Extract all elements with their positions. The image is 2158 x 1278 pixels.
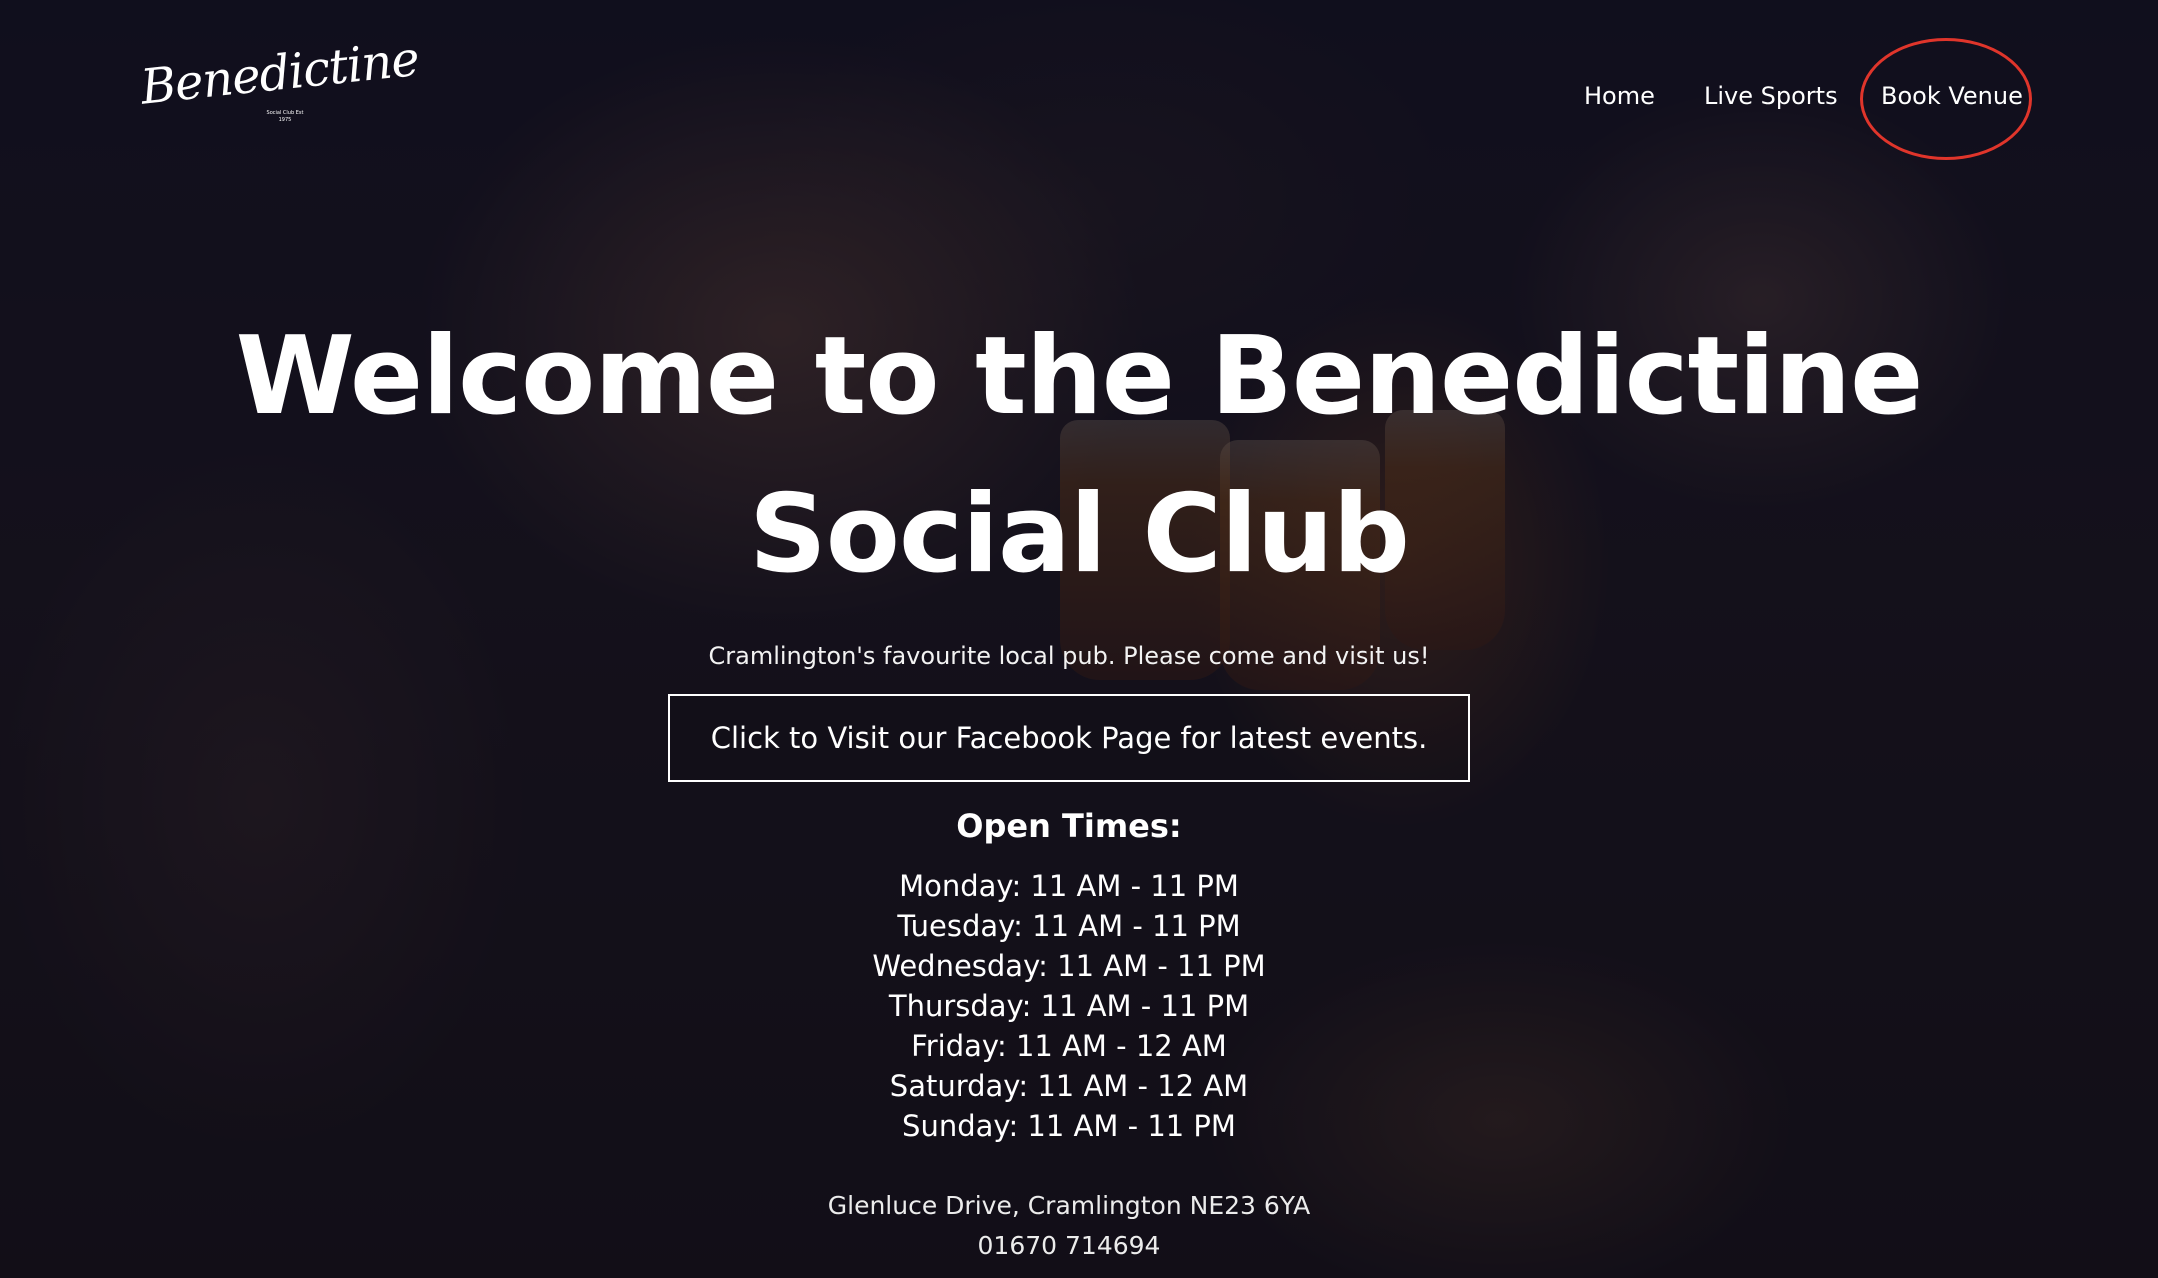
open-times-monday: Monday: 11 AM - 11 PM — [899, 869, 1239, 903]
open-times-sunday: Sunday: 11 AM - 11 PM — [902, 1109, 1236, 1143]
logo-subtext: Social Club Est 1975 — [266, 110, 304, 123]
facebook-page-button[interactable]: Click to Visit our Facebook Page for lat… — [668, 694, 1470, 782]
venue-address: Glenluce Drive, Cramlington NE23 6YA — [827, 1191, 1311, 1220]
open-times-friday: Friday: 11 AM - 12 AM — [911, 1029, 1227, 1063]
nav-item-home[interactable]: Home — [1584, 78, 1655, 114]
open-times-list: Monday: 11 AM - 11 PM Tuesday: 11 AM - 1… — [0, 866, 2138, 1146]
open-times-saturday: Saturday: 11 AM - 12 AM — [889, 1069, 1249, 1103]
open-times-tuesday: Tuesday: 11 AM - 11 PM — [897, 909, 1241, 943]
page-title: Welcome to the Benedictine Social Club — [235, 314, 1924, 597]
venue-phone: 01670 714694 — [977, 1231, 1161, 1260]
site-logo[interactable]: Benedictine Social Club Est 1975 — [138, 31, 421, 130]
nav-item-live-sports[interactable]: Live Sports — [1704, 78, 1838, 114]
book-venue-highlight-annotation — [1860, 38, 2032, 160]
hero-tagline: Cramlington's favourite local pub. Pleas… — [708, 642, 1430, 670]
open-times-heading: Open Times: — [956, 807, 1182, 845]
open-times-thursday: Thursday: 11 AM - 11 PM — [888, 989, 1250, 1023]
open-times-wednesday: Wednesday: 11 AM - 11 PM — [872, 949, 1266, 983]
